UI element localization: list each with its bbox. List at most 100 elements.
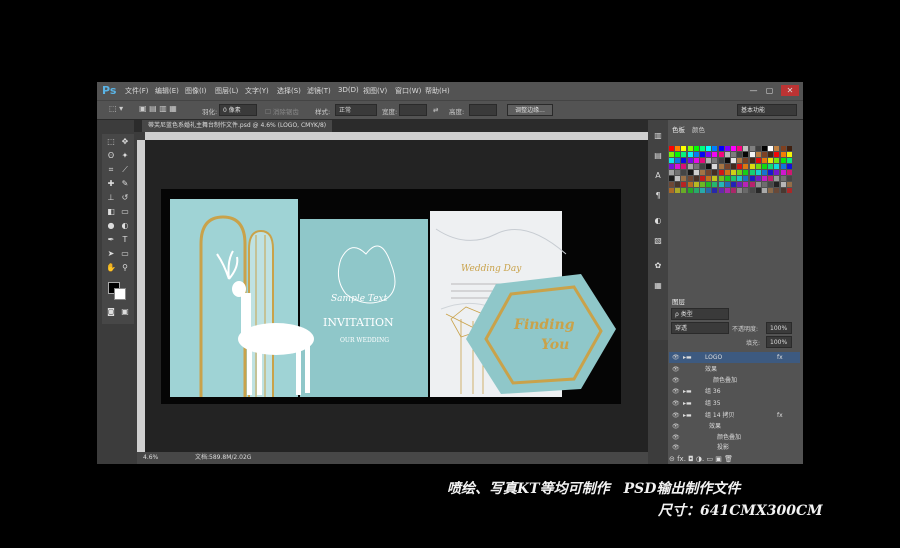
color-swatch[interactable] xyxy=(762,176,767,181)
move-icon[interactable]: ✥ xyxy=(119,136,131,148)
color-swatch[interactable] xyxy=(743,158,749,163)
color-swatch[interactable] xyxy=(693,176,699,181)
color-swatch[interactable] xyxy=(700,152,705,157)
color-swatch[interactable] xyxy=(762,158,767,163)
eraser-icon[interactable]: ◧ xyxy=(105,206,117,218)
menu-3d[interactable]: 3D(D) xyxy=(338,86,359,94)
feather-input[interactable]: 0 像素 xyxy=(219,104,257,116)
color-swatch[interactable] xyxy=(712,158,718,163)
color-swatch[interactable] xyxy=(786,158,792,163)
color-swatch[interactable] xyxy=(718,164,724,169)
color-swatch[interactable] xyxy=(700,176,705,181)
color-swatch[interactable] xyxy=(687,158,693,163)
menu-layer[interactable]: 图层(L) xyxy=(215,86,238,96)
blur-icon[interactable]: ● xyxy=(105,220,117,232)
antialias-checkbox[interactable]: ☐ 消除锯齿 xyxy=(265,106,299,116)
refine-edge-button[interactable]: 调整边缘... xyxy=(507,104,553,116)
color-swatch[interactable] xyxy=(675,152,681,157)
layer-row[interactable]: 👁 ▸▬ 组 35 xyxy=(669,398,800,409)
color-swatch[interactable] xyxy=(780,158,786,163)
color-swatch[interactable] xyxy=(737,188,743,193)
character-icon[interactable]: A xyxy=(652,170,664,182)
color-swatch[interactable] xyxy=(669,152,674,157)
clone-stamp-icon[interactable]: ⊥ xyxy=(105,192,117,204)
color-swatch[interactable] xyxy=(737,170,743,175)
close-button[interactable]: ✕ xyxy=(781,85,799,96)
color-swatch[interactable] xyxy=(669,182,674,187)
color-swatch[interactable] xyxy=(669,146,674,151)
color-swatch[interactable] xyxy=(706,164,712,169)
tab-color[interactable]: 颜色 xyxy=(692,124,705,134)
color-swatch[interactable] xyxy=(724,146,730,151)
color-swatch[interactable] xyxy=(774,170,780,175)
color-swatch[interactable] xyxy=(774,158,780,163)
color-swatch[interactable] xyxy=(706,146,712,151)
color-swatch[interactable] xyxy=(718,146,724,151)
minimize-button[interactable]: — xyxy=(747,85,760,96)
history-icon[interactable]: ▥ xyxy=(652,130,664,142)
color-swatch[interactable] xyxy=(762,164,767,169)
color-swatch[interactable] xyxy=(724,176,730,181)
menu-select[interactable]: 选择(S) xyxy=(277,86,301,96)
menu-view[interactable]: 视图(V) xyxy=(363,86,387,96)
color-swatch[interactable] xyxy=(743,146,749,151)
color-swatch[interactable] xyxy=(743,182,749,187)
color-swatch[interactable] xyxy=(687,170,693,175)
color-swatch[interactable] xyxy=(737,182,743,187)
color-swatch[interactable] xyxy=(755,188,761,193)
color-swatch[interactable] xyxy=(669,176,674,181)
tab-layers[interactable]: 图层 xyxy=(672,296,685,306)
color-swatch[interactable] xyxy=(762,170,767,175)
color-swatch[interactable] xyxy=(762,182,767,187)
color-swatch[interactable] xyxy=(743,164,749,169)
layer-row[interactable]: 👁 ▸▬ 组 36 xyxy=(669,386,800,397)
color-swatch[interactable] xyxy=(675,158,681,163)
color-swatch[interactable] xyxy=(768,170,774,175)
color-swatch[interactable] xyxy=(755,146,761,151)
color-swatch[interactable] xyxy=(731,170,736,175)
eye-icon[interactable]: 👁 xyxy=(672,398,680,409)
color-swatch[interactable] xyxy=(731,146,736,151)
layer-row[interactable]: 👁 ▸▬ 组 14 拷贝 fx xyxy=(669,410,800,421)
color-swatch[interactable] xyxy=(786,170,792,175)
menu-edit[interactable]: 编辑(E) xyxy=(155,86,179,96)
screen-mode-icon[interactable]: ▣ xyxy=(119,306,131,318)
color-swatch[interactable] xyxy=(681,164,687,169)
color-swatch[interactable] xyxy=(706,182,712,187)
color-swatch[interactable] xyxy=(731,164,736,169)
fill-input[interactable]: 100% xyxy=(766,336,792,348)
color-swatch[interactable] xyxy=(768,188,774,193)
color-swatch[interactable] xyxy=(737,164,743,169)
color-swatch[interactable] xyxy=(774,188,780,193)
color-swatch[interactable] xyxy=(718,158,724,163)
color-swatch[interactable] xyxy=(718,170,724,175)
color-swatch[interactable] xyxy=(687,152,693,157)
color-swatch[interactable] xyxy=(675,170,681,175)
color-swatch[interactable] xyxy=(718,182,724,187)
color-swatch[interactable] xyxy=(743,170,749,175)
magic-wand-icon[interactable]: ✦ xyxy=(119,150,131,162)
color-swatch[interactable] xyxy=(687,188,693,193)
color-swatch[interactable] xyxy=(768,158,774,163)
color-swatch[interactable] xyxy=(768,146,774,151)
marquee-icon[interactable]: ⬚ xyxy=(105,136,117,148)
brush-icon[interactable]: ✎ xyxy=(119,178,131,190)
adjustments-icon[interactable]: ◐ xyxy=(652,215,664,227)
layer-row[interactable]: 👁 ▸▬ LOGO fx xyxy=(669,352,800,363)
color-swatch[interactable] xyxy=(737,152,743,157)
color-swatch[interactable] xyxy=(768,182,774,187)
info-icon[interactable]: ▦ xyxy=(652,280,664,292)
color-swatch[interactable] xyxy=(786,176,792,181)
color-swatch[interactable] xyxy=(700,164,705,169)
color-swatch[interactable] xyxy=(669,164,674,169)
pen-icon[interactable]: ✒ xyxy=(105,234,117,246)
color-swatch[interactable] xyxy=(675,176,681,181)
color-swatch[interactable] xyxy=(693,152,699,157)
color-swatch[interactable] xyxy=(669,170,674,175)
color-swatch[interactable] xyxy=(681,188,687,193)
eye-icon[interactable]: 👁 xyxy=(672,364,680,375)
canvas-workspace[interactable]: Sample Text INVITATION OUR WEDDING Weddi… xyxy=(145,140,648,452)
eye-icon[interactable]: 👁 xyxy=(672,421,680,432)
color-swatch[interactable] xyxy=(681,146,687,151)
color-swatch[interactable] xyxy=(700,188,705,193)
